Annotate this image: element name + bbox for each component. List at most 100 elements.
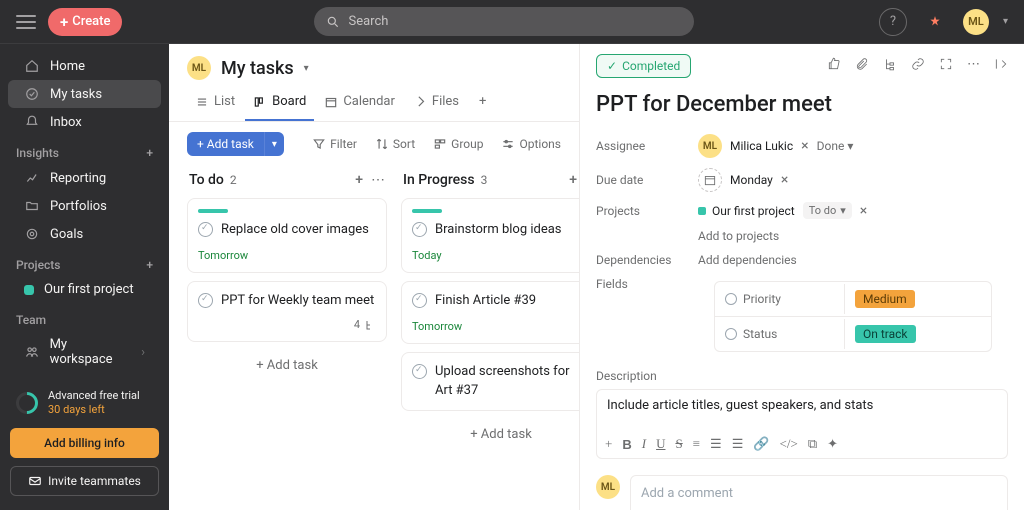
completed-button[interactable]: ✓ Completed: [596, 54, 691, 78]
close-pane-icon[interactable]: [994, 57, 1008, 75]
link-icon[interactable]: [911, 57, 925, 75]
bell-icon: [24, 114, 40, 130]
fullscreen-icon[interactable]: [939, 57, 953, 75]
assignee-avatar[interactable]: ML: [698, 134, 722, 158]
add-tab-button[interactable]: +: [469, 88, 496, 121]
clear-project-icon[interactable]: ×: [860, 203, 867, 219]
group-button[interactable]: Group: [433, 137, 483, 151]
column-add-task[interactable]: + Add task: [187, 350, 387, 381]
ai-icon[interactable]: ✦: [827, 436, 838, 452]
complete-check-icon[interactable]: [412, 222, 427, 237]
calendar-icon[interactable]: [698, 168, 722, 192]
task-card[interactable]: Replace old cover imagesTomorrow: [187, 198, 387, 273]
user-avatar[interactable]: ML: [963, 9, 989, 35]
custom-field-name: Priority: [715, 284, 845, 314]
description-editor[interactable]: Include article titles, guest speakers, …: [596, 389, 1008, 459]
filter-button[interactable]: Filter: [312, 137, 357, 151]
add-card-icon[interactable]: +: [569, 172, 577, 188]
link-icon[interactable]: 🔗: [753, 436, 769, 452]
insert-icon[interactable]: +: [605, 436, 612, 452]
board-columns: To do 2+⋯Replace old cover imagesTomorro…: [169, 166, 579, 510]
tab-calendar[interactable]: Calendar: [316, 88, 403, 121]
sidebar-item-home[interactable]: Home: [8, 52, 161, 80]
duedate-value[interactable]: Monday: [730, 173, 773, 187]
column-add-task[interactable]: + Add task: [401, 419, 579, 450]
strike-icon[interactable]: S: [675, 436, 682, 452]
task-title[interactable]: PPT for December meet: [580, 88, 1024, 129]
project-color-dot: [24, 285, 34, 295]
like-icon[interactable]: [827, 57, 841, 75]
more-icon[interactable]: ⋯: [967, 57, 980, 75]
clear-assignee-icon[interactable]: ×: [801, 138, 808, 154]
column-menu-icon[interactable]: ⋯: [371, 172, 385, 188]
task-card[interactable]: Brainstorm blog ideasToday: [401, 198, 579, 273]
sidebar-item-inbox[interactable]: Inbox: [8, 108, 161, 136]
card-title-text: Replace old cover images: [221, 221, 369, 239]
number-list-icon[interactable]: ☰: [710, 436, 722, 452]
assignee-status-dropdown[interactable]: Done ▾: [817, 139, 854, 153]
assignee-label: Assignee: [596, 139, 686, 153]
task-card[interactable]: Upload screenshots for Art #37: [401, 352, 579, 410]
complete-check-icon[interactable]: [412, 293, 427, 308]
add-to-projects-link[interactable]: Add to projects: [698, 229, 779, 243]
code-icon[interactable]: </>: [780, 436, 798, 452]
card-due: Tomorrow: [412, 320, 579, 333]
folder-icon: [24, 198, 40, 214]
create-button[interactable]: Create: [48, 8, 122, 36]
add-card-icon[interactable]: +: [355, 172, 363, 188]
upgrade-icon[interactable]: [921, 8, 949, 36]
sidebar-item-workspace[interactable]: My workspace›: [8, 331, 161, 373]
assignee-name[interactable]: Milica Lukic: [730, 139, 793, 153]
italic-icon[interactable]: I: [642, 436, 646, 452]
custom-field-value[interactable]: On track: [845, 317, 926, 351]
comment-input[interactable]: Add a comment: [630, 475, 1008, 510]
tab-board[interactable]: Board: [245, 88, 314, 121]
topbar: Create ? ML ▾: [0, 0, 1024, 44]
complete-check-icon[interactable]: [198, 293, 213, 308]
options-button[interactable]: Options: [501, 137, 561, 151]
sidebar-item-portfolios[interactable]: Portfolios: [8, 192, 161, 220]
sidebar-item-goals[interactable]: Goals: [8, 220, 161, 248]
complete-check-icon[interactable]: [198, 222, 213, 237]
invite-teammates-button[interactable]: Invite teammates: [10, 466, 159, 496]
project-chip[interactable]: Our first project: [698, 204, 795, 218]
checklist-icon[interactable]: ☰: [732, 436, 744, 452]
search-icon: [326, 15, 340, 33]
clear-duedate-icon[interactable]: ×: [781, 172, 788, 188]
sidebar-item-label: Home: [50, 59, 85, 74]
bold-icon[interactable]: B: [622, 437, 631, 452]
custom-field-value[interactable]: Medium: [845, 282, 925, 316]
attachment-icon[interactable]: [855, 57, 869, 75]
help-icon[interactable]: ?: [879, 8, 907, 36]
menu-toggle[interactable]: [16, 15, 36, 29]
sidebar-item-mytasks[interactable]: My tasks: [8, 80, 161, 108]
add-task-dropdown[interactable]: ▾: [264, 132, 284, 156]
subtask-icon[interactable]: [883, 57, 897, 75]
task-card[interactable]: Finish Article #39Tomorrow: [401, 281, 579, 344]
bullet-list-icon[interactable]: ≡: [693, 436, 700, 452]
underline-icon[interactable]: U: [656, 436, 665, 452]
column-count: 3: [481, 173, 488, 187]
sidebar-item-project[interactable]: Our first project: [8, 276, 161, 303]
add-dependencies-link[interactable]: Add dependencies: [698, 253, 797, 267]
embed-icon[interactable]: ⧉: [808, 436, 817, 452]
sidebar: Home My tasks Inbox Insights + Reporting…: [0, 44, 169, 510]
task-card[interactable]: PPT for Weekly team meet4: [187, 281, 387, 342]
sort-button[interactable]: Sort: [375, 137, 415, 151]
tab-files[interactable]: Files: [405, 88, 467, 121]
complete-check-icon[interactable]: [412, 364, 427, 379]
chevron-down-icon[interactable]: ▾: [1003, 16, 1008, 27]
add-project-button[interactable]: +: [146, 258, 153, 272]
add-insight-button[interactable]: +: [146, 146, 153, 160]
project-column-dropdown[interactable]: To do ▾: [803, 202, 852, 219]
chevron-down-icon[interactable]: ▾: [304, 63, 309, 74]
add-task-button[interactable]: + Add task: [187, 132, 264, 156]
progress-ring-icon: [11, 388, 42, 419]
add-billing-button[interactable]: Add billing info: [10, 428, 159, 458]
tab-list[interactable]: List: [187, 88, 243, 121]
sidebar-item-reporting[interactable]: Reporting: [8, 164, 161, 192]
field-icon: [725, 328, 737, 340]
custom-field-name: Status: [715, 319, 845, 349]
search-input[interactable]: [314, 7, 694, 36]
sidebar-section-team: Team: [0, 303, 169, 331]
